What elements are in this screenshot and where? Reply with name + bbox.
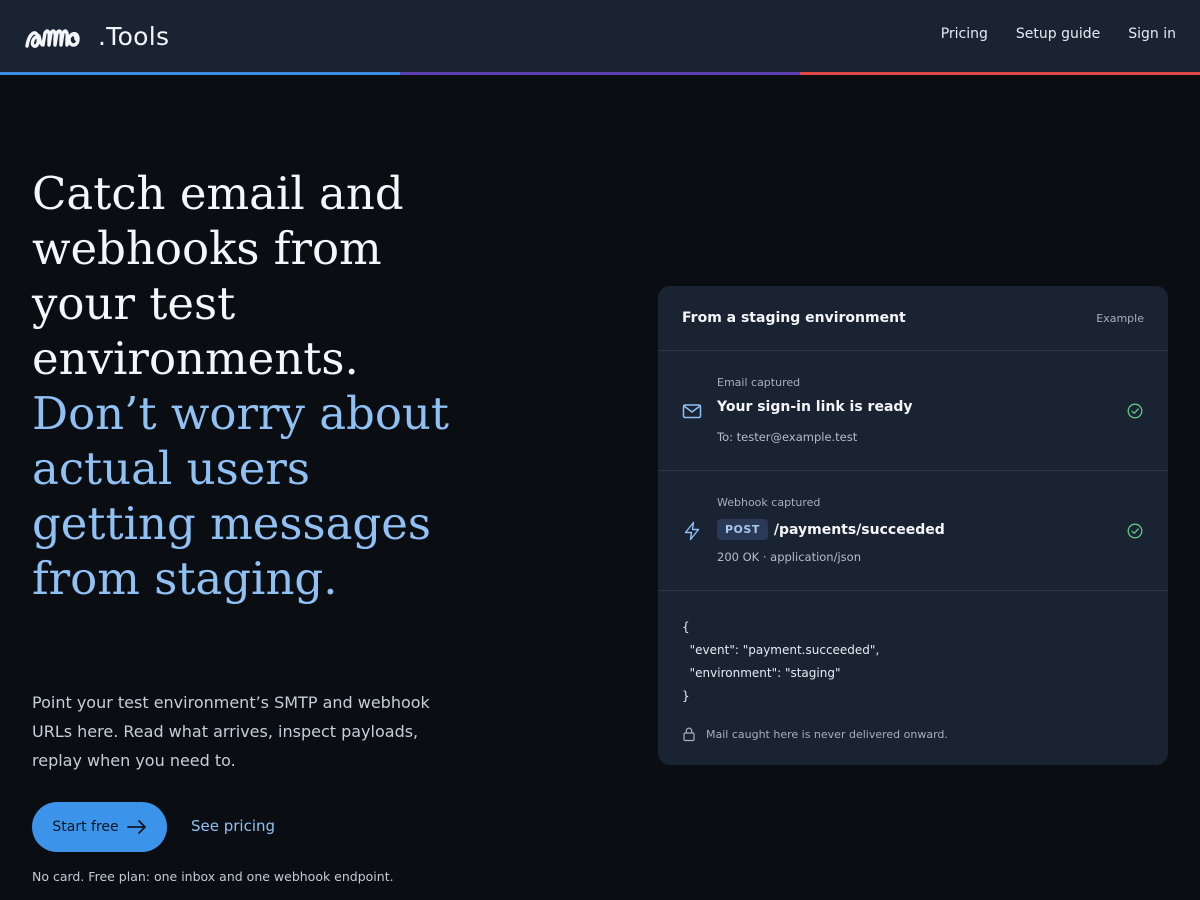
email-recipient: To: tester@example.test — [717, 430, 858, 444]
card-title: From a staging environment — [682, 310, 906, 326]
headline-accent: Don’t worry about actual users getting m… — [32, 387, 449, 605]
example-card: From a staging environment Example Email… — [658, 286, 1168, 765]
brand-logo[interactable]: .Tools — [24, 18, 169, 54]
hero-headline: Catch email and webhooks from your test … — [32, 166, 452, 606]
webhook-event-row: Webhook captured POST /payments/succeede… — [658, 471, 1168, 591]
nav-setup-guide[interactable]: Setup guide — [1016, 26, 1100, 42]
accent-segment-red — [800, 72, 1200, 75]
delivery-note: Mail caught here is never delivered onwa… — [682, 726, 948, 742]
header-accent-bar — [0, 72, 1200, 75]
webhook-path: /payments/succeeded — [773, 521, 945, 538]
http-method-badge: POST — [717, 519, 768, 540]
webhook-payload: { "event": "payment.succeeded", "environ… — [682, 620, 880, 703]
delivery-note-text: Mail caught here is never delivered onwa… — [706, 727, 948, 741]
event-title: POST /payments/succeeded — [717, 519, 945, 540]
ammo-logo-mark — [25, 29, 80, 48]
nav-pricing[interactable]: Pricing — [941, 26, 988, 42]
start-free-button[interactable]: Start free — [32, 802, 167, 852]
accent-segment-purple — [400, 72, 800, 75]
webhook-response-info: 200 OK · application/json — [717, 550, 861, 564]
check-circle-icon — [1127, 403, 1143, 419]
plan-fineprint: No card. Free plan: one inbox and one we… — [32, 869, 394, 884]
brand-suffix: .Tools — [98, 21, 170, 51]
bolt-icon — [684, 521, 700, 541]
check-circle-icon — [1127, 523, 1143, 539]
arrow-right-icon — [126, 820, 146, 834]
email-event-row: Email captured Your sign-in link is read… — [658, 351, 1168, 471]
lock-icon — [683, 727, 695, 742]
see-pricing-link[interactable]: See pricing — [191, 817, 275, 835]
nav-sign-in[interactable]: Sign in — [1128, 26, 1176, 42]
accent-segment-blue — [0, 72, 400, 75]
card-header: From a staging environment Example — [658, 286, 1168, 351]
event-title: Your sign-in link is ready — [717, 399, 913, 415]
hero-description: Point your test environment’s SMTP and w… — [32, 693, 430, 770]
event-kind: Email captured — [717, 376, 801, 389]
site-header: .Tools Pricing Setup guide Sign in — [0, 0, 1200, 72]
example-tag: Example — [1096, 311, 1144, 325]
event-kind: Webhook captured — [717, 496, 821, 509]
mail-icon — [682, 404, 702, 419]
headline-statement: Catch email and webhooks from your test … — [32, 167, 404, 385]
start-free-label: Start free — [52, 819, 119, 835]
email-subject: Your sign-in link is ready — [717, 399, 913, 415]
top-nav: Pricing Setup guide Sign in — [941, 26, 1176, 42]
